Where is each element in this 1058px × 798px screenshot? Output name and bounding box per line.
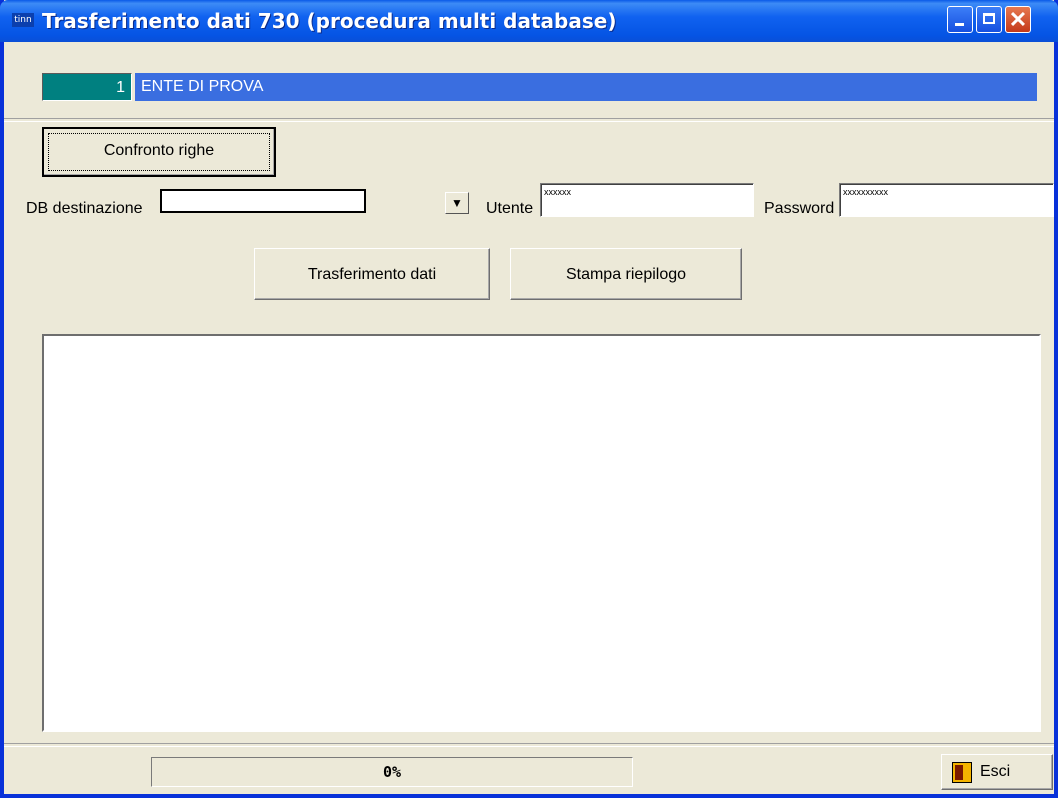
- confronto-righe-button[interactable]: Confronto righe: [42, 127, 276, 177]
- password-field[interactable]: xxxxxxxxxx: [839, 183, 1054, 217]
- ente-code: 1: [42, 73, 132, 101]
- esci-label: Esci: [980, 763, 1011, 780]
- utente-field[interactable]: xxxxxx: [540, 183, 754, 217]
- title-bar[interactable]: tinn Trasferimento dati 730 (procedura m…: [0, 0, 1058, 42]
- exit-door-icon: [952, 762, 972, 783]
- ente-name: ENTE DI PROVA: [135, 73, 1037, 101]
- minimize-button[interactable]: [947, 6, 973, 33]
- stampa-riepilogo-button[interactable]: Stampa riepilogo: [510, 248, 742, 300]
- main-window: tinn Trasferimento dati 730 (procedura m…: [0, 0, 1058, 798]
- maximize-icon: [983, 13, 995, 24]
- dropdown-arrow-icon[interactable]: ▼: [445, 192, 469, 214]
- close-icon: ✕: [1008, 7, 1028, 32]
- confronto-righe-label: Confronto righe: [103, 142, 215, 159]
- progress-label: 0%: [382, 763, 402, 781]
- db-destinazione-label: DB destinazione: [26, 200, 143, 217]
- window-title: Trasferimento dati 730 (procedura multi …: [42, 9, 617, 33]
- app-icon: tinn: [12, 13, 34, 27]
- header-divider: [4, 118, 1054, 122]
- password-label: Password: [764, 200, 835, 217]
- db-destinazione-select[interactable]: [160, 189, 366, 213]
- minimize-icon: [955, 23, 964, 26]
- progress-bar: 0%: [151, 757, 633, 787]
- utente-label: Utente: [486, 200, 534, 217]
- log-output-area[interactable]: [42, 334, 1041, 732]
- esci-button[interactable]: Esci: [941, 754, 1053, 790]
- trasferimento-dati-button[interactable]: Trasferimento dati: [254, 248, 490, 300]
- maximize-button[interactable]: [976, 6, 1002, 33]
- close-button[interactable]: ✕: [1005, 6, 1031, 33]
- footer-divider: [4, 743, 1054, 747]
